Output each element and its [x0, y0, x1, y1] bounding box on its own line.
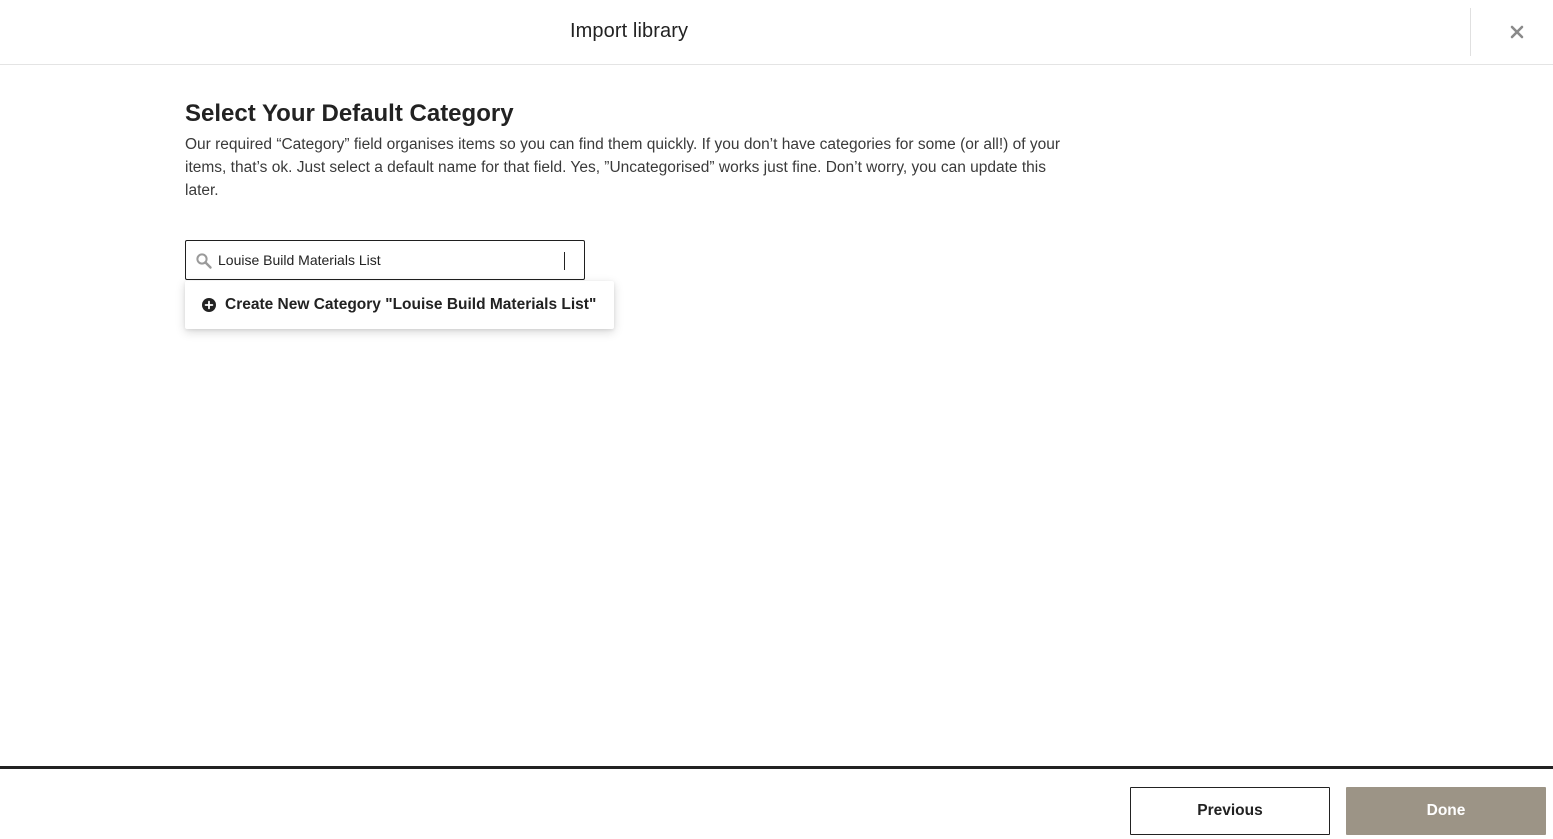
header-divider: [1470, 8, 1471, 56]
section-description: Our required “Category” field organises …: [185, 136, 1061, 199]
previous-button[interactable]: Previous: [1130, 787, 1330, 835]
create-new-category-option[interactable]: Create New Category "Louise Build Materi…: [185, 281, 614, 329]
category-search-input[interactable]: [218, 241, 578, 279]
modal-footer: Previous Done: [0, 766, 1553, 839]
close-icon: [1510, 25, 1524, 39]
modal-header: Import library: [0, 0, 1553, 65]
text-caret: [564, 252, 565, 270]
search-icon: [196, 253, 212, 269]
close-button[interactable]: [1497, 12, 1537, 52]
create-new-category-label: Create New Category "Louise Build Materi…: [225, 296, 597, 313]
modal-title: Import library: [570, 20, 689, 42]
category-search-box[interactable]: [185, 240, 585, 280]
category-section: Select Your Default Category Our require…: [185, 98, 1085, 202]
done-button[interactable]: Done: [1346, 787, 1546, 835]
category-dropdown: Create New Category "Louise Build Materi…: [185, 281, 614, 329]
plus-circle-icon: [202, 298, 216, 312]
section-title: Select Your Default Category: [185, 100, 514, 127]
